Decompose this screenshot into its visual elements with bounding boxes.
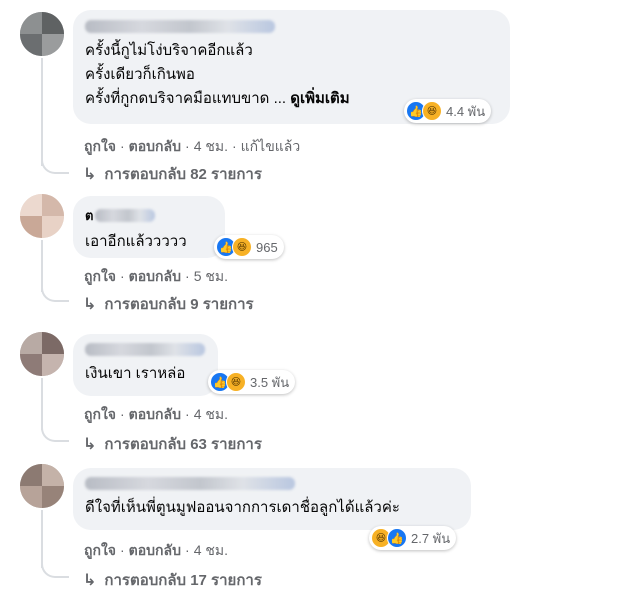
view-replies-link[interactable]: ↳ การตอบกลับ 82 รายการ [83,162,262,186]
like-button[interactable]: ถูกใจ [84,406,116,422]
avatar[interactable] [20,194,64,238]
see-more-link[interactable]: ดูเพิ่มเติม [290,90,349,107]
reply-arrow-icon: ↳ [83,572,97,589]
reaction-summary[interactable]: 😆 👍 2.7 พัน [369,526,457,550]
reply-button[interactable]: ตอบกลับ [129,542,181,558]
reaction-summary[interactable]: 👍 😆 965 [214,235,284,259]
view-replies-link[interactable]: ↳ การตอบกลับ 9 รายการ [83,292,254,316]
comment-actions: ถูกใจ · ตอบกลับ · 4 ชม. [84,406,228,422]
reaction-summary[interactable]: 👍 😆 3.5 พัน [208,370,296,394]
reply-button[interactable]: ตอบกลับ [129,268,181,284]
reply-button[interactable]: ตอบกลับ [129,138,181,154]
haha-icon: 😆 [226,372,246,392]
comment-text: ดีใจที่เห็นพี่ตูนมูฟออนจากการเดาชื่อลูกไ… [85,499,400,516]
avatar[interactable] [20,464,64,508]
commenter-name[interactable] [85,343,205,356]
commenter-name[interactable] [85,20,275,33]
timestamp[interactable]: 5 ชม. [194,268,228,284]
like-button[interactable]: ถูกใจ [84,268,116,284]
haha-icon: 😆 [232,237,252,257]
reply-arrow-icon: ↳ [83,296,97,313]
comment-actions: ถูกใจ · ตอบกลับ · 5 ชม. [84,268,228,284]
comment-text: เงินเขา เราหล่อ [85,365,186,382]
reaction-count: 2.7 พัน [411,530,451,546]
reaction-count: 965 [256,239,278,255]
reaction-count: 3.5 พัน [250,374,290,390]
comment-bubble: ดีใจที่เห็นพี่ตูนมูฟออนจากการเดาชื่อลูกไ… [73,468,471,530]
avatar[interactable] [20,332,64,376]
reaction-count: 4.4 พัน [446,103,486,119]
like-button[interactable]: ถูกใจ [84,138,116,154]
timestamp[interactable]: 4 ชม. [194,542,228,558]
reply-button[interactable]: ตอบกลับ [129,406,181,422]
timestamp[interactable]: 4 ชม. [194,138,228,154]
comment-actions: ถูกใจ · ตอบกลับ · 4 ชม. [84,542,228,558]
reaction-summary[interactable]: 👍 😆 4.4 พัน [404,99,492,123]
replies-label: การตอบกลับ 9 รายการ [104,296,254,313]
view-replies-link[interactable]: ↳ การตอบกลับ 63 รายการ [83,432,262,456]
comment-text: เอาอีกแล้ววววว [85,233,187,250]
comment-bubble: เงินเขา เราหล่อ [73,334,218,396]
reply-arrow-icon: ↳ [83,166,97,183]
reply-connector [41,554,69,578]
replies-label: การตอบกลับ 63 รายการ [104,436,262,453]
commenter-name-prefix: ต [85,208,94,223]
commenter-name[interactable] [95,209,156,222]
avatar[interactable] [20,12,64,56]
comment-actions: ถูกใจ · ตอบกลับ · 4 ชม. · แก้ไขแล้ว [84,138,301,154]
view-replies-link[interactable]: ↳ การตอบกลับ 17 รายการ [83,568,262,592]
haha-icon: 😆 [422,101,442,121]
commenter-name[interactable] [85,477,295,490]
comment-bubble: ต เอาอีกแล้ววววว [73,196,225,258]
like-icon: 👍 [387,528,407,548]
reply-connector [41,150,69,174]
timestamp[interactable]: 4 ชม. [194,406,228,422]
reply-connector [41,418,69,442]
reply-connector [41,278,69,302]
replies-label: การตอบกลับ 82 รายการ [104,166,262,183]
reply-arrow-icon: ↳ [83,436,97,453]
edited-label: แก้ไขแล้ว [240,138,301,154]
replies-label: การตอบกลับ 17 รายการ [104,572,262,589]
like-button[interactable]: ถูกใจ [84,542,116,558]
